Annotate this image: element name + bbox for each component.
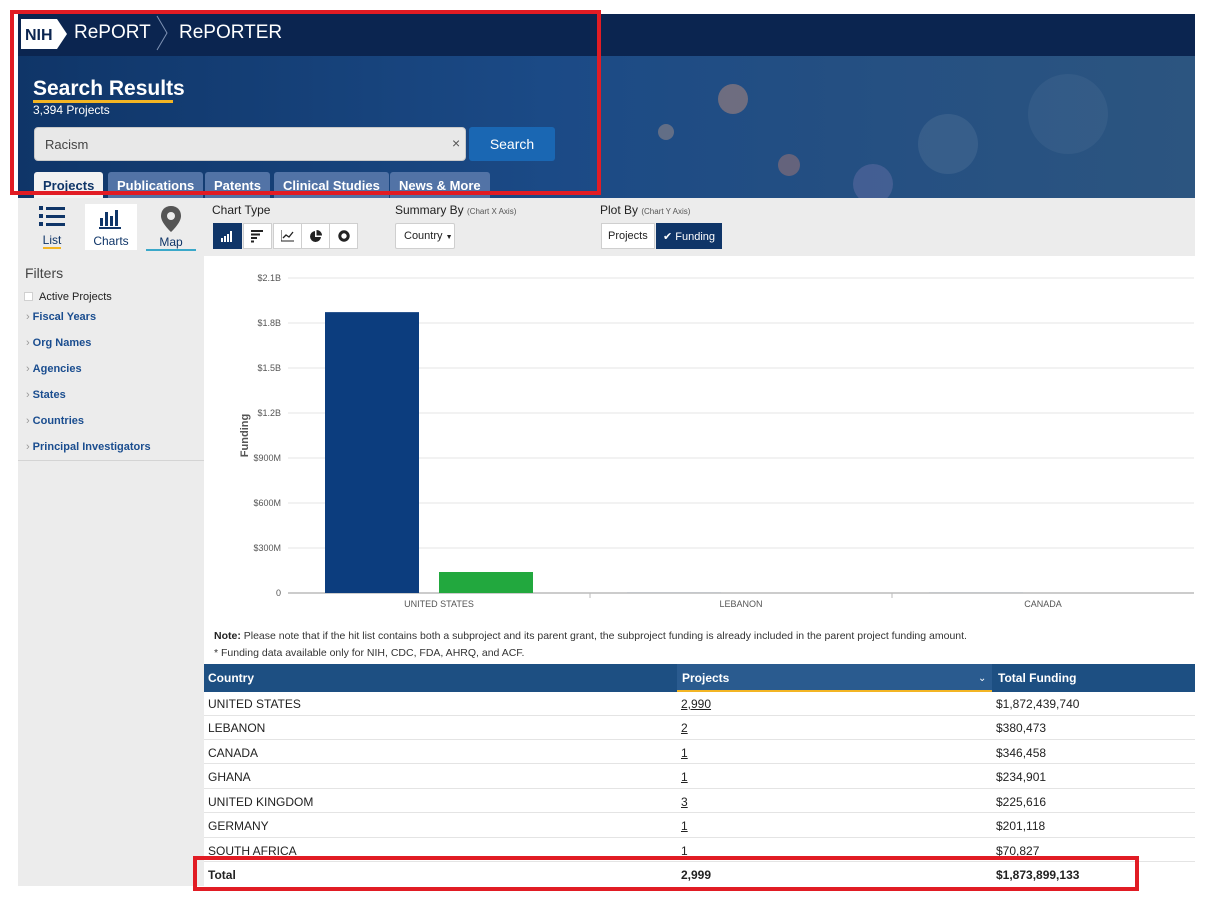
column-projects[interactable]: Projects <box>682 671 729 685</box>
note-funding-sources: * Funding data available only for NIH, C… <box>214 647 525 659</box>
chart-type-line[interactable] <box>273 223 302 249</box>
filter-states[interactable]: › States <box>26 389 66 401</box>
table-row: UNITED KINGDOM 3 $225,616 <box>204 789 1195 813</box>
filter-fiscal-years[interactable]: › Fiscal Years <box>26 311 96 323</box>
filter-divider <box>18 460 204 461</box>
highlight-box-total <box>193 856 1139 891</box>
view-map-label: Map <box>146 235 196 251</box>
chart-type-vertical-bar[interactable] <box>213 223 242 249</box>
cell-country: UNITED STATES <box>208 697 301 711</box>
chart-bar <box>325 312 419 593</box>
cell-funding: $1,872,439,740 <box>996 697 1080 711</box>
x-tick-label: UNITED STATES <box>404 599 474 609</box>
cell-funding: $225,616 <box>996 795 1047 809</box>
vertical-bar-icon <box>220 231 232 242</box>
table-row: LEBANON 2 $380,473 <box>204 716 1195 740</box>
chart-type-donut[interactable] <box>329 223 358 249</box>
filter-label: Countries <box>32 415 85 427</box>
plot-by-projects-button[interactable]: Projects <box>601 223 655 249</box>
column-country[interactable]: Country <box>208 671 254 685</box>
chevron-right-icon: › <box>26 337 30 349</box>
bar-chart: 0 $300M $600M $900M $1.2B $1.5B $1.8B $2.1B Fund… <box>239 273 1194 609</box>
table-row: UNITED STATES 2,990 $1,872,439,740 <box>204 692 1195 716</box>
cell-projects-link[interactable]: 1 <box>681 746 688 760</box>
filter-label: States <box>32 389 66 401</box>
pie-chart-icon <box>310 229 322 242</box>
y-tick-label: $1.5B <box>257 363 281 373</box>
list-icon <box>39 206 65 226</box>
cell-funding: $234,901 <box>996 770 1047 784</box>
chart-type-horizontal-bar[interactable] <box>243 223 272 249</box>
filter-org-names[interactable]: › Org Names <box>26 337 91 349</box>
summary-by-value: Country <box>404 230 443 242</box>
filter-label: Principal Investigators <box>32 441 151 453</box>
view-list-label: List <box>42 233 62 249</box>
filter-label: Org Names <box>32 337 92 349</box>
chart-bar <box>439 572 533 593</box>
filter-agencies[interactable]: › Agencies <box>26 363 82 375</box>
y-tick-label: $2.1B <box>257 273 281 283</box>
x-tick-label: LEBANON <box>719 599 762 609</box>
funding-chart: 0 $300M $600M $900M $1.2B $1.5B $1.8B $2.1B Fund… <box>204 256 1195 620</box>
cell-country: GHANA <box>208 770 251 784</box>
cell-projects-link[interactable]: 1 <box>681 819 688 833</box>
map-pin-icon <box>161 206 181 232</box>
filter-label: Fiscal Years <box>32 311 97 323</box>
table-row: GERMANY 1 $201,118 <box>204 814 1195 838</box>
filter-label: Agencies <box>32 363 82 375</box>
y-axis-label: Funding <box>239 414 251 457</box>
cell-country: GERMANY <box>208 819 269 833</box>
filters-title: Filters <box>25 265 64 281</box>
table-row: GHANA 1 $234,901 <box>204 765 1195 789</box>
cell-funding: $201,118 <box>996 819 1046 833</box>
x-tick-label: CANADA <box>1024 599 1062 609</box>
checkmark-icon: ✔ <box>663 231 673 243</box>
chevron-right-icon: › <box>26 311 30 323</box>
line-chart-icon <box>281 230 294 242</box>
filter-countries[interactable]: › Countries <box>26 415 84 427</box>
sort-chevron-down-icon[interactable]: ⌄ <box>978 673 986 684</box>
cell-country: CANADA <box>208 746 259 760</box>
chevron-right-icon: › <box>26 363 30 375</box>
chevron-right-icon: › <box>26 441 30 453</box>
plot-by-label: Plot By (Chart Y Axis) <box>600 203 691 217</box>
chevron-right-icon: › <box>26 389 30 401</box>
chart-type-pie[interactable] <box>301 223 330 249</box>
view-charts-label: Charts <box>93 234 129 248</box>
cell-funding: $346,458 <box>996 746 1047 760</box>
view-map-button[interactable]: Map <box>146 204 196 251</box>
cell-projects-link[interactable]: 1 <box>681 770 688 784</box>
cell-country: LEBANON <box>208 721 266 735</box>
caret-down-icon: ▼ <box>445 234 453 241</box>
column-total-funding[interactable]: Total Funding <box>998 671 1076 685</box>
y-tick-label: $900M <box>253 453 281 463</box>
y-tick-label: $600M <box>253 498 281 508</box>
view-list-button[interactable]: List <box>32 205 72 249</box>
view-charts-button[interactable]: Charts <box>85 204 137 250</box>
bar-chart-icon <box>99 210 121 229</box>
y-tick-label: $1.2B <box>257 408 281 418</box>
summary-by-select[interactable]: Country ▼ <box>395 223 455 249</box>
highlight-box-header <box>10 10 601 195</box>
table-row: CANADA 1 $346,458 <box>204 740 1195 764</box>
y-tick-label: $1.8B <box>257 318 281 328</box>
y-tick-label: 0 <box>276 588 281 598</box>
cell-projects-link[interactable]: 2 <box>681 721 688 735</box>
filter-principal-investigators[interactable]: › Principal Investigators <box>26 441 151 453</box>
horizontal-bar-icon <box>251 229 263 242</box>
cell-funding: $380,473 <box>996 721 1047 735</box>
chevron-right-icon: › <box>26 415 30 427</box>
cell-country: UNITED KINGDOM <box>208 795 314 809</box>
active-projects-label: Active Projects <box>39 291 112 303</box>
active-projects-checkbox[interactable] <box>24 292 33 301</box>
cell-projects-link[interactable]: 3 <box>681 795 688 809</box>
plot-by-funding-button[interactable]: ✔ Funding <box>656 223 723 249</box>
donut-chart-icon <box>337 230 350 242</box>
summary-by-label: Summary By (Chart X Axis) <box>395 203 517 217</box>
y-tick-label: $300M <box>253 543 281 553</box>
note-subproject: Note: Please note that if the hit list c… <box>214 630 967 642</box>
chart-type-label: Chart Type <box>212 203 271 217</box>
cell-projects-link[interactable]: 2,990 <box>681 697 711 711</box>
